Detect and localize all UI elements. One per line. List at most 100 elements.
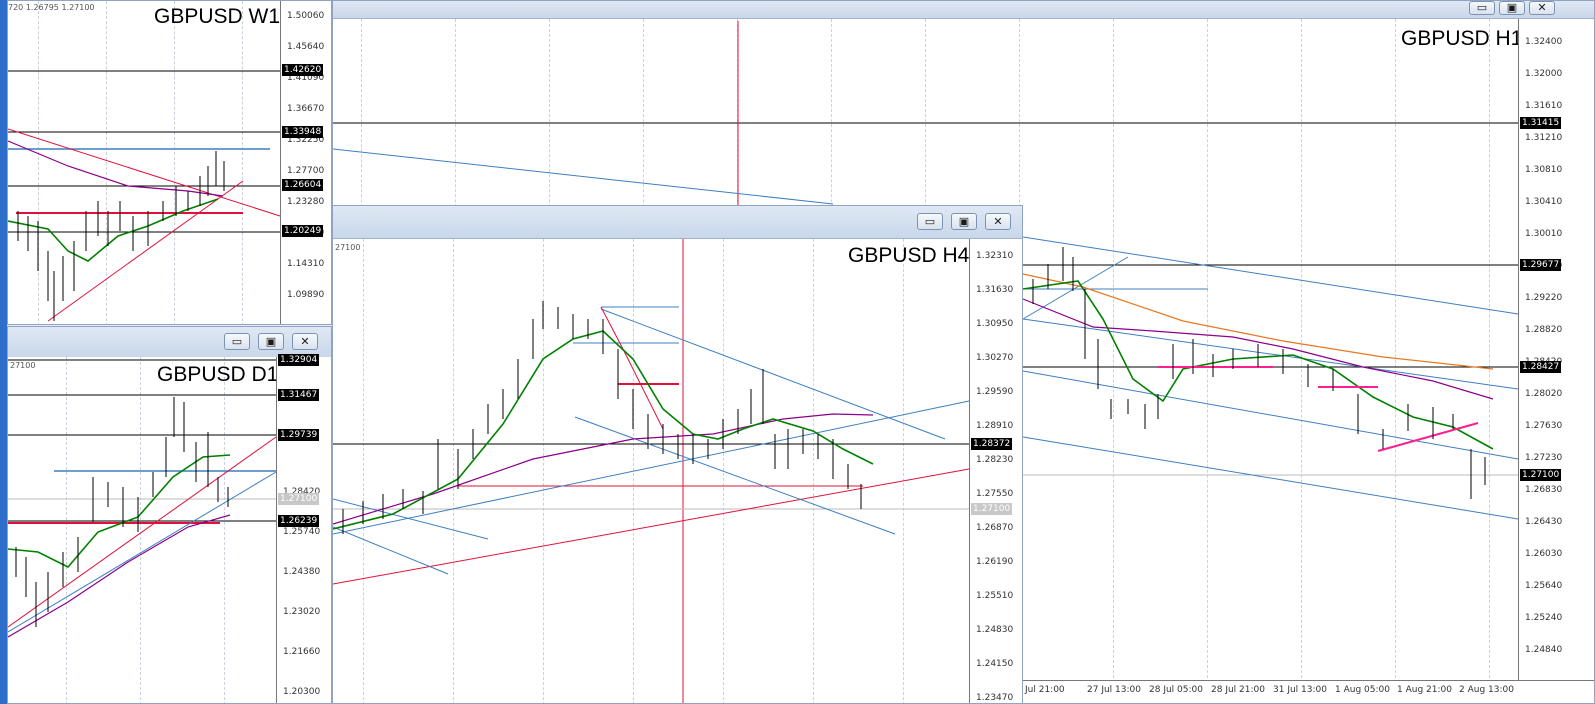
h4-drawing-layer bbox=[333, 239, 970, 703]
y-tick-label: 1.30950 bbox=[976, 319, 1014, 329]
chart-plot-h4[interactable]: 27100 GBPUSD H4 bbox=[333, 239, 970, 703]
price-tag: 1.29677 bbox=[1520, 259, 1562, 271]
price-tag: 1.27100 bbox=[971, 503, 1013, 515]
w1-drawing-layer bbox=[8, 70, 281, 322]
y-tick-label: 1.31630 bbox=[976, 285, 1014, 295]
y-tick-label: 1.26870 bbox=[976, 523, 1014, 533]
x-tick-label: 1 Aug 21:00 bbox=[1397, 685, 1452, 695]
price-tag: 1.29739 bbox=[278, 429, 320, 441]
y-tick-label: 1.23020 bbox=[283, 607, 321, 617]
x-tick-label: 31 Jul 13:00 bbox=[1273, 685, 1327, 695]
close-icon: ✕ bbox=[300, 335, 310, 348]
restore-icon: ▣ bbox=[958, 215, 970, 228]
y-tick-label: 1.25510 bbox=[976, 591, 1014, 601]
restore-button-h4[interactable]: ▣ bbox=[951, 213, 977, 230]
close-button-h1[interactable]: ✕ bbox=[1529, 1, 1555, 15]
minimize-button-h4[interactable]: ▭ bbox=[917, 213, 943, 230]
price-tag: 1.31415 bbox=[1520, 117, 1562, 129]
close-icon: ✕ bbox=[1537, 1, 1547, 14]
y-tick-label: 1.24830 bbox=[976, 625, 1014, 635]
y-tick-label: 1.24380 bbox=[283, 567, 321, 577]
price-tag: 1.31467 bbox=[278, 389, 320, 401]
y-tick-label: 1.32000 bbox=[1525, 69, 1563, 79]
close-button-d1[interactable]: ✕ bbox=[292, 333, 318, 350]
y-tick-label: 1.26190 bbox=[976, 557, 1014, 567]
price-tag: 1.20249 bbox=[282, 225, 324, 237]
chart-plot-d1[interactable]: 27100 GBPUSD D1 bbox=[8, 357, 278, 703]
price-tag: 1.27100 bbox=[1520, 469, 1562, 481]
y-tick-label: 1.24840 bbox=[1525, 645, 1563, 655]
chart-window-d1[interactable]: ▭ ▣ ✕ 27100 GBPUSD D1 1.28420 1.25740 1.… bbox=[7, 326, 332, 704]
chart-window-w1[interactable]: 720 1.26795 1.27100 GBPUSD W1 1.50060 1.… bbox=[7, 0, 332, 325]
d1-candles bbox=[15, 397, 229, 627]
restore-button-h1[interactable]: ▣ bbox=[1499, 1, 1525, 15]
y-tick-label: 1.27700 bbox=[287, 166, 325, 176]
y-tick-label: 1.25740 bbox=[283, 527, 321, 537]
window-titlebar-h4[interactable]: ▭ ▣ ✕ bbox=[333, 206, 1022, 239]
minimize-button-h1[interactable]: ▭ bbox=[1469, 1, 1495, 15]
y-tick-label: 1.28910 bbox=[976, 421, 1014, 431]
price-tag: 1.42620 bbox=[282, 64, 324, 76]
w1-candles bbox=[17, 151, 225, 321]
y-tick-label: 1.14310 bbox=[287, 259, 325, 269]
y-axis-w1: 1.50060 1.45640 1.41090 1.36670 1.32250 1.277… bbox=[280, 1, 331, 324]
minimize-button-d1[interactable]: ▭ bbox=[224, 333, 250, 350]
close-icon: ✕ bbox=[993, 215, 1003, 228]
y-axis-h1: 1.32400 1.32000 1.31610 1.31210 1.30810 1.304… bbox=[1518, 19, 1594, 681]
price-tag: 1.32904 bbox=[278, 354, 320, 366]
y-tick-label: 1.25640 bbox=[1525, 581, 1563, 591]
y-tick-label: 1.28820 bbox=[1525, 325, 1563, 335]
y-tick-label: 1.31610 bbox=[1525, 101, 1563, 111]
y-axis-h4: 1.32310 1.31630 1.30950 1.30270 1.29590 1.289… bbox=[969, 239, 1022, 703]
price-tag: 1.27100 bbox=[278, 493, 320, 505]
restore-icon: ▣ bbox=[265, 335, 277, 348]
d1-drawing-layer bbox=[8, 359, 277, 638]
y-tick-label: 1.21660 bbox=[283, 647, 321, 657]
y-tick-label: 1.28230 bbox=[976, 455, 1014, 465]
y-tick-label: 1.30810 bbox=[1525, 165, 1563, 175]
minimize-icon: ▭ bbox=[1476, 1, 1488, 14]
minimize-icon: ▭ bbox=[231, 335, 243, 348]
x-tick-label: 27 Jul 13:00 bbox=[1087, 685, 1141, 695]
y-axis-d1: 1.28420 1.25740 1.24380 1.23020 1.21660 1.203… bbox=[276, 354, 331, 703]
price-tag: 1.33948 bbox=[282, 126, 324, 138]
minimize-icon: ▭ bbox=[924, 215, 936, 228]
close-button-h4[interactable]: ✕ bbox=[985, 213, 1011, 230]
y-tick-label: 1.50060 bbox=[287, 11, 325, 21]
x-tick-label: Jul 21:00 bbox=[1025, 685, 1065, 695]
y-tick-label: 1.23470 bbox=[976, 693, 1014, 703]
y-tick-label: 1.26430 bbox=[1525, 517, 1563, 527]
y-tick-label: 1.29220 bbox=[1525, 293, 1563, 303]
y-tick-label: 1.30410 bbox=[1525, 197, 1563, 207]
y-tick-label: 1.27550 bbox=[976, 489, 1014, 499]
window-titlebar-h1[interactable]: ▭ ▣ ✕ bbox=[333, 1, 1594, 19]
y-tick-label: 1.26030 bbox=[1525, 549, 1563, 559]
y-tick-label: 1.23280 bbox=[287, 197, 325, 207]
restore-button-d1[interactable]: ▣ bbox=[258, 333, 284, 350]
price-tag: 1.26239 bbox=[278, 515, 320, 527]
y-tick-label: 1.28020 bbox=[1525, 389, 1563, 399]
y-tick-label: 1.26830 bbox=[1525, 485, 1563, 495]
y-tick-label: 1.25240 bbox=[1525, 613, 1563, 623]
h1-candles bbox=[1032, 247, 1486, 499]
y-tick-label: 1.32400 bbox=[1525, 37, 1563, 47]
price-tag: 1.28427 bbox=[1520, 361, 1562, 373]
y-tick-label: 1.27630 bbox=[1525, 421, 1563, 431]
y-tick-label: 1.27230 bbox=[1525, 453, 1563, 463]
y-tick-label: 1.36670 bbox=[287, 104, 325, 114]
y-tick-label: 1.09890 bbox=[287, 290, 325, 300]
chart-window-h4[interactable]: ▭ ▣ ✕ 27100 GBPUSD H4 1.32310 1.31630 1.… bbox=[332, 205, 1023, 704]
y-tick-label: 1.31210 bbox=[1525, 133, 1563, 143]
y-tick-label: 1.29590 bbox=[976, 387, 1014, 397]
x-tick-label: 1 Aug 05:00 bbox=[1335, 685, 1390, 695]
y-tick-label: 1.45640 bbox=[287, 42, 325, 52]
chart-plot-w1[interactable]: 720 1.26795 1.27100 GBPUSD W1 bbox=[8, 1, 281, 324]
y-tick-label: 1.30270 bbox=[976, 353, 1014, 363]
y-tick-label: 1.24150 bbox=[976, 659, 1014, 669]
restore-icon: ▣ bbox=[1506, 1, 1518, 14]
y-tick-label: 1.32310 bbox=[976, 251, 1014, 261]
price-tag: 1.28372 bbox=[971, 438, 1013, 450]
left-edge-strip bbox=[0, 0, 7, 704]
y-tick-label: 1.30010 bbox=[1525, 229, 1563, 239]
x-tick-label: 28 Jul 05:00 bbox=[1149, 685, 1203, 695]
